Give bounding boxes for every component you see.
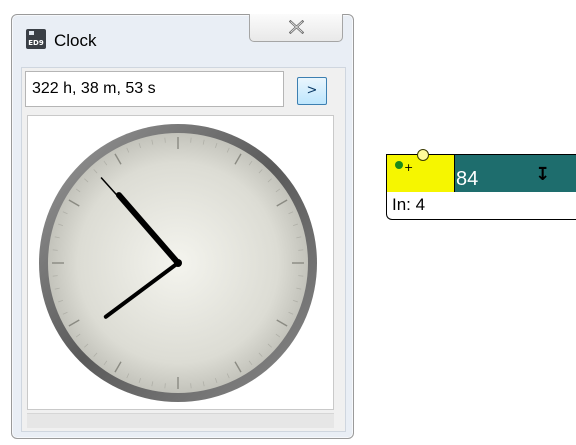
analog-clock-panel: [27, 115, 334, 410]
down-arrow-icon[interactable]: ↧: [535, 164, 550, 185]
input-label: In: 4: [392, 195, 426, 214]
plus-icon: +: [404, 161, 414, 174]
indicator-input-row: In: 4: [386, 192, 576, 220]
close-button[interactable]: [249, 14, 343, 42]
minute-tick: [190, 137, 192, 143]
minute-tick: [298, 275, 304, 277]
indicator-widget[interactable]: + 84 ↧ In: 4: [386, 149, 576, 230]
minute-tick: [52, 275, 58, 277]
minute-tick: [52, 249, 58, 251]
window-client: 322 h, 38 m, 53 s >: [21, 67, 346, 432]
elapsed-time-field[interactable]: 322 h, 38 m, 53 s: [25, 71, 284, 107]
analog-clock: [39, 124, 317, 402]
indicator-value: 84: [456, 168, 479, 190]
app-icon: ED9: [26, 29, 46, 49]
indicator-tab[interactable]: +: [387, 149, 455, 192]
clock-window: ED9 Clock 322 h, 38 m, 53 s >: [11, 14, 354, 439]
go-button[interactable]: >: [297, 77, 327, 105]
status-strip: [27, 413, 334, 428]
app-icon-label: ED9: [28, 39, 44, 47]
indicator-header: + 84 ↧: [386, 149, 576, 193]
clock-center: [174, 259, 182, 267]
minute-tick: [164, 137, 166, 143]
yellow-handle-icon[interactable]: [417, 149, 429, 161]
minute-tick: [190, 383, 192, 389]
title-bar[interactable]: ED9 Clock: [12, 14, 353, 67]
green-dot-icon: [395, 161, 403, 169]
minute-tick: [298, 249, 304, 251]
window-title: Clock: [54, 31, 97, 50]
minute-tick: [164, 383, 166, 389]
close-x-icon: [289, 20, 304, 34]
